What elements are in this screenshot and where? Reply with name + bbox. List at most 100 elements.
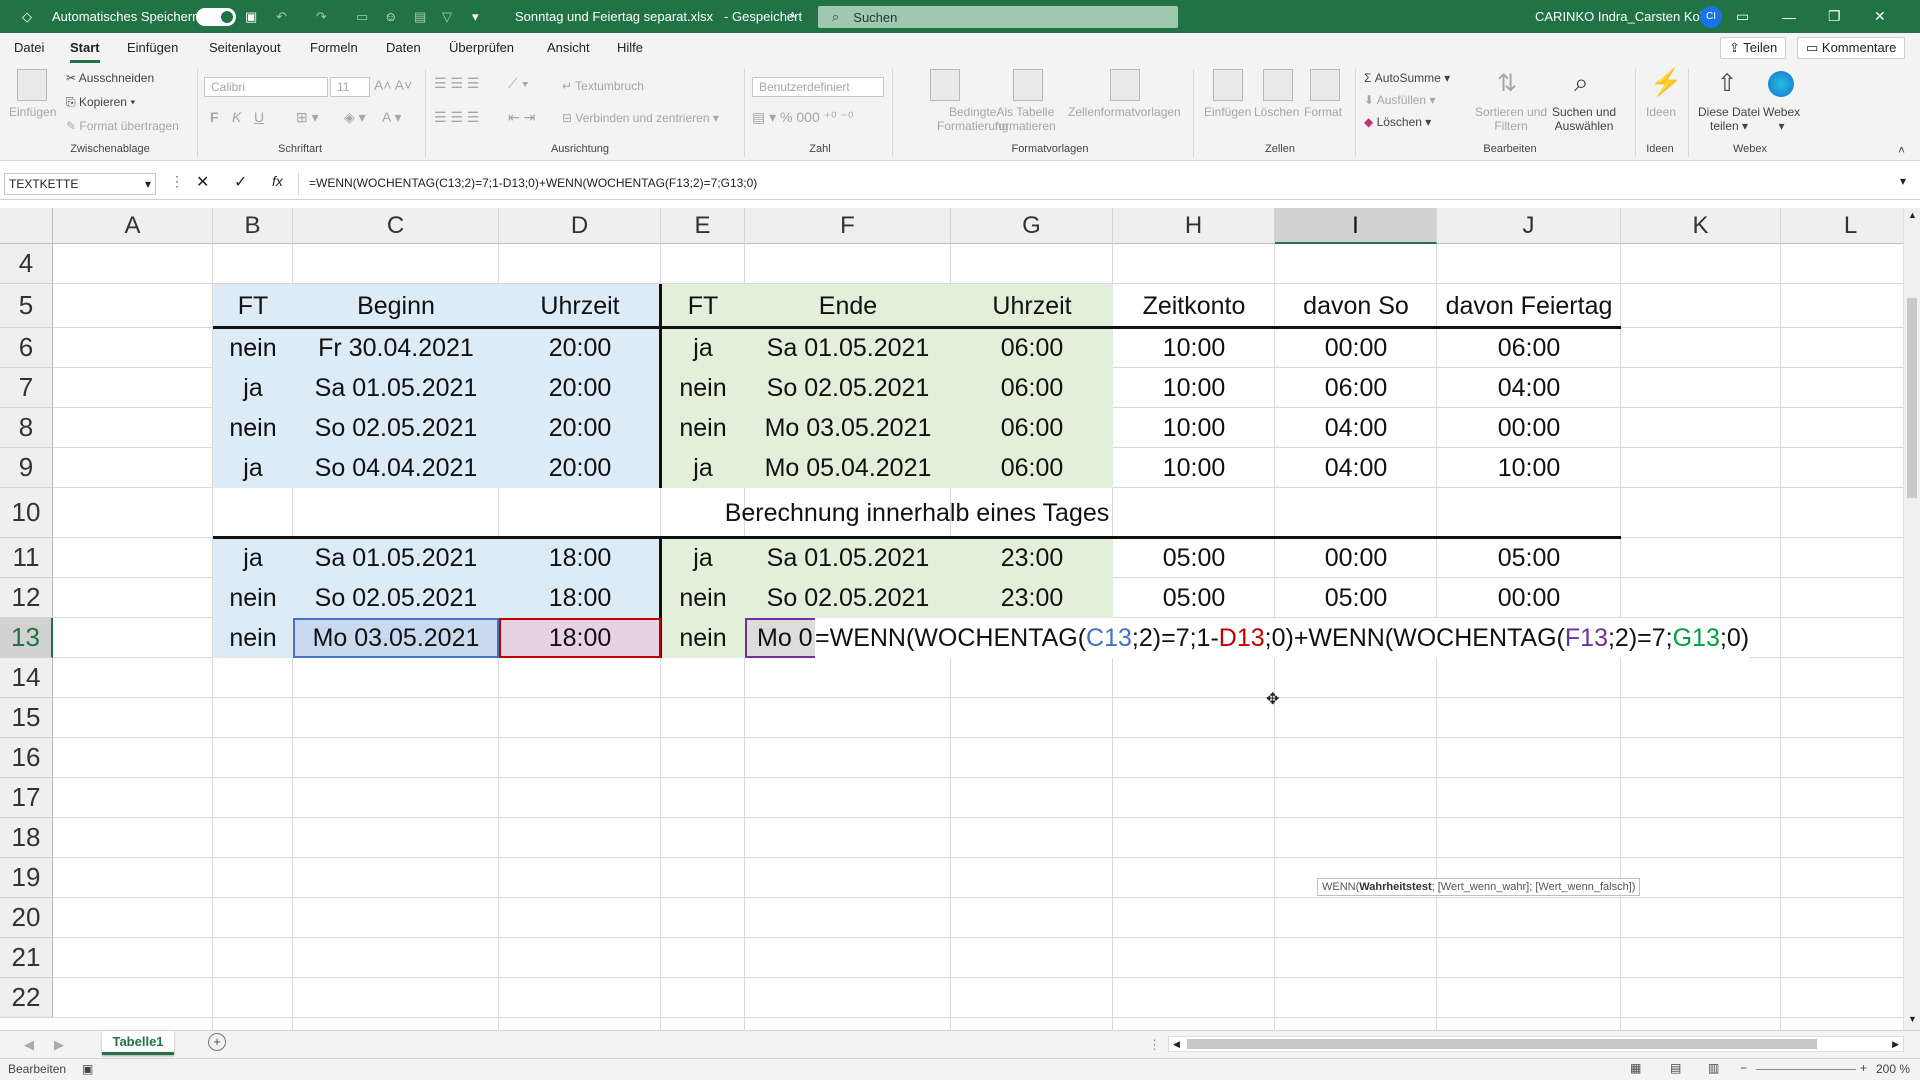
add-sheet-button[interactable]: + [208, 1033, 226, 1051]
column-header-d[interactable]: D [499, 208, 661, 244]
column-header-k[interactable]: K [1621, 208, 1781, 244]
data-cell[interactable]: So 02.05.2021 [293, 578, 499, 618]
tab-hilfe[interactable]: Hilfe [617, 33, 643, 63]
data-cell[interactable]: 06:00 [1275, 368, 1437, 408]
row-header-19[interactable]: 19 [0, 858, 53, 898]
format-cells-icon[interactable] [1310, 69, 1340, 101]
clear-button[interactable]: ◆ Löschen ▾ [1364, 115, 1431, 129]
smiley-icon[interactable]: ☺ [384, 0, 397, 33]
copy-button[interactable]: ⎘ Kopieren ▾ [66, 95, 135, 110]
avatar[interactable]: CI [1700, 0, 1722, 33]
horizontal-scrollbar[interactable]: ◀ ▶ [1168, 1036, 1904, 1052]
data-cell[interactable]: 06:00 [951, 448, 1113, 488]
ideas-button[interactable]: Ideen [1646, 105, 1676, 119]
format-cells-button[interactable]: Format [1304, 105, 1342, 119]
data-cell[interactable]: 18:00 [499, 538, 661, 578]
underline-button[interactable]: U [254, 109, 264, 125]
share-button[interactable]: ⇪ Teilen [1720, 37, 1787, 59]
tab-datei[interactable]: Datei [14, 33, 44, 63]
row-header-21[interactable]: 21 [0, 938, 53, 978]
row-header-12[interactable]: 12 [0, 578, 53, 618]
row-header-10[interactable]: 10 [0, 488, 53, 538]
data-cell[interactable]: So 02.05.2021 [745, 368, 951, 408]
italic-button[interactable]: K [232, 109, 241, 125]
page-break-icon[interactable]: ▥ [1708, 1061, 1719, 1075]
row-header-4[interactable]: 4 [0, 244, 53, 284]
data-cell[interactable]: 06:00 [951, 408, 1113, 448]
data-cell[interactable]: 06:00 [1437, 328, 1621, 368]
header-cell[interactable]: Uhrzeit [951, 284, 1113, 328]
ref-cell-c13[interactable]: Mo 03.05.2021 [293, 618, 499, 658]
tab-formeln[interactable]: Formeln [310, 33, 358, 63]
data-cell[interactable]: 06:00 [951, 328, 1113, 368]
tab-daten[interactable]: Daten [386, 33, 421, 63]
zoom-out-icon[interactable]: − [1740, 1061, 1747, 1075]
data-cell[interactable]: ja [213, 368, 293, 408]
font-color-icon[interactable]: A ▾ [382, 109, 401, 126]
data-cell[interactable]: 00:00 [1275, 538, 1437, 578]
format-as-table-button[interactable]: Als Tabelle formatieren [995, 105, 1056, 133]
formula-input[interactable]: =WENN(WOCHENTAG(C13;2)=7;1-D13;0)+WENN(W… [298, 173, 1908, 195]
data-cell[interactable]: 10:00 [1437, 448, 1621, 488]
cancel-icon[interactable]: ✕ [196, 172, 209, 192]
data-cell[interactable]: 20:00 [499, 408, 661, 448]
column-header-e[interactable]: E [661, 208, 745, 244]
header-cell[interactable]: davon So [1275, 284, 1437, 328]
row-header-11[interactable]: 11 [0, 538, 53, 578]
restore-icon[interactable]: ❐ [1828, 0, 1874, 33]
header-cell[interactable]: Zeitkonto [1113, 284, 1275, 328]
customize-qat-icon[interactable]: ▾ [472, 0, 479, 33]
collapse-ribbon-icon[interactable]: ˄ [1898, 143, 1905, 157]
data-cell[interactable]: 18:00 [499, 578, 661, 618]
autosum-button[interactable]: Σ AutoSumme ▾ [1364, 71, 1450, 85]
sort-filter-icon[interactable]: ⇅ [1497, 69, 1517, 98]
format-table-icon[interactable] [1013, 69, 1043, 101]
data-cell[interactable]: Sa 01.05.2021 [293, 368, 499, 408]
data-cell[interactable]: 06:00 [951, 368, 1113, 408]
data-cell[interactable]: ja [661, 538, 745, 578]
cell-styles-button[interactable]: Zellenformatvorlagen [1068, 105, 1181, 119]
comments-button[interactable]: ▭ Kommentare [1797, 37, 1906, 59]
data-cell[interactable]: 04:00 [1275, 408, 1437, 448]
conditional-format-icon[interactable] [930, 69, 960, 101]
data-cell[interactable]: Fr 30.04.2021 [293, 328, 499, 368]
data-cell[interactable]: ja [661, 448, 745, 488]
data-cell[interactable]: 00:00 [1437, 408, 1621, 448]
column-header-b[interactable]: B [213, 208, 293, 244]
data-cell[interactable]: nein [213, 328, 293, 368]
data-cell[interactable]: nein [661, 408, 745, 448]
column-header-i[interactable]: I [1275, 208, 1437, 244]
font-size-select[interactable]: 11 [330, 77, 370, 97]
cell-styles-icon[interactable] [1110, 69, 1140, 101]
data-cell[interactable]: Mo 05.04.2021 [745, 448, 951, 488]
expand-formula-icon[interactable]: ▾ [1900, 174, 1906, 188]
data-cell[interactable]: 10:00 [1113, 368, 1275, 408]
spreadsheet-grid[interactable]: A B C D E F G H I J K L 4 5 6 7 8 9 10 11 12 13 14 15 16 17 18 19 20… [0, 208, 1903, 1030]
data-cell[interactable]: 05:00 [1437, 538, 1621, 578]
data-cell[interactable]: 23:00 [951, 538, 1113, 578]
grow-font-icon[interactable]: A˄ A˅ [374, 77, 412, 93]
column-header-f[interactable]: F [745, 208, 951, 244]
prev-sheet-icon[interactable]: ◀ [24, 1037, 34, 1053]
scroll-left-icon[interactable]: ◀ [1173, 1039, 1180, 1050]
data-cell[interactable]: 05:00 [1113, 578, 1275, 618]
bold-button[interactable]: F [210, 109, 219, 125]
data-cell[interactable]: Sa 01.05.2021 [745, 538, 951, 578]
normal-view-icon[interactable]: ▦ [1630, 1061, 1641, 1075]
delete-cells-icon[interactable] [1263, 69, 1293, 101]
column-header-j[interactable]: J [1437, 208, 1621, 244]
tab-ansicht[interactable]: Ansicht [547, 33, 590, 63]
header-cell[interactable]: Uhrzeit [499, 284, 661, 328]
data-cell[interactable]: 20:00 [499, 368, 661, 408]
filter-icon[interactable]: ▽ [442, 0, 452, 33]
orientation-icon[interactable]: ⟋ ▾ [508, 75, 529, 92]
data-cell[interactable]: 10:00 [1113, 328, 1275, 368]
column-header-l[interactable]: L [1781, 208, 1903, 244]
format-painter-button[interactable]: ✎ Format übertragen [66, 119, 179, 133]
scroll-thumb[interactable] [1907, 298, 1917, 498]
scroll-down-icon[interactable]: ▼ [1908, 1014, 1917, 1024]
minimize-icon[interactable]: — [1782, 0, 1828, 33]
sheet-tab-tabelle1[interactable]: Tabelle1 [102, 1031, 174, 1055]
data-cell[interactable]: 00:00 [1275, 328, 1437, 368]
font-name-select[interactable]: Calibri [204, 77, 328, 97]
